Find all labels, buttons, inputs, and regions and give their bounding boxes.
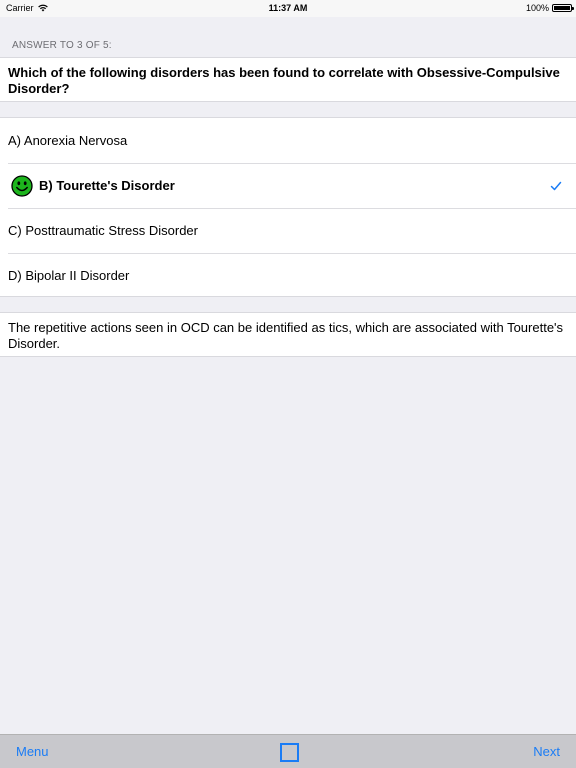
explanation-text: The repetitive actions seen in OCD can b… xyxy=(0,312,576,357)
menu-button[interactable]: Menu xyxy=(16,744,49,759)
status-right: 100% xyxy=(525,3,574,13)
answer-label: B) Tourette's Disorder xyxy=(39,178,175,193)
answer-list: A) Anorexia Nervosa B) Tourette's Disord… xyxy=(0,117,576,297)
answer-label: D) Bipolar II Disorder xyxy=(8,268,130,283)
answer-option-a[interactable]: A) Anorexia Nervosa xyxy=(0,118,576,163)
status-time: 11:37 AM xyxy=(268,3,308,13)
square-outline-icon[interactable] xyxy=(280,743,299,762)
question-text: Which of the following disorders has bee… xyxy=(0,57,576,102)
checkmark-icon xyxy=(550,181,562,190)
status-bar: Carrier 11:37 AM 100% xyxy=(0,0,576,17)
screen: Carrier 11:37 AM 100% ANSWER TO 3 OF 5: … xyxy=(0,0,576,768)
battery-icon xyxy=(552,4,574,12)
section-header: ANSWER TO 3 OF 5: xyxy=(12,40,112,51)
bottom-toolbar: Menu Next xyxy=(0,734,576,768)
answer-label: C) Posttraumatic Stress Disorder xyxy=(8,223,198,238)
answer-label: A) Anorexia Nervosa xyxy=(8,133,128,148)
answer-option-b[interactable]: B) Tourette's Disorder xyxy=(0,163,576,208)
answer-option-c[interactable]: C) Posttraumatic Stress Disorder xyxy=(0,208,576,253)
battery-percent: 100% xyxy=(525,3,549,13)
answer-option-d[interactable]: D) Bipolar II Disorder xyxy=(0,253,576,298)
next-button[interactable]: Next xyxy=(533,744,560,759)
smiley-face-icon xyxy=(11,174,33,197)
